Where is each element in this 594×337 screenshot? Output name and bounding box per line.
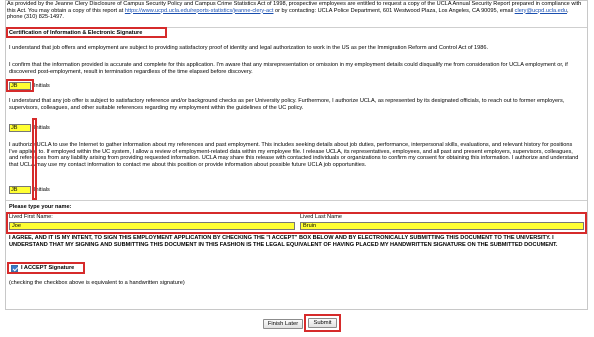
signature-agreement-text: I AGREE, AND IT IS MY INTENT, TO SIGN TH… [9,235,558,248]
signature-note: (checking the checkbox above is equivale… [9,280,185,286]
initials-row-1: JB Initials [9,81,50,90]
signature-heading: Please type your name: [9,204,72,210]
clery-report-link[interactable]: https://www.ucpd.ucla.edu/reports-statis… [125,8,274,14]
clery-email-link[interactable]: clery@ucpd.ucla.edu [515,8,567,14]
section-divider-2 [6,200,587,201]
first-name-label: Lived First Name: [9,214,53,220]
last-name-input[interactable]: Bruin [300,222,584,230]
clery-text-2: or by contacting: UCLA Police Department… [273,7,515,14]
initials-label-1: Initials [34,82,50,89]
cert-title: Certification of Information & Electroni… [9,30,143,36]
finish-later-button[interactable]: Finish Later [263,319,303,329]
initials-input-2[interactable]: JB [9,123,31,132]
accept-checkbox[interactable] [11,264,18,272]
submit-button[interactable]: Submit [308,318,337,328]
cert-paragraph-4: I authorize UCLA to use the Internet to … [9,142,579,168]
first-name-input[interactable]: Joe [9,222,295,230]
cert-paragraph-2: I confirm that the information provided … [9,62,568,75]
cert-paragraph-1: I understand that job offers and employm… [9,45,489,51]
accept-label: I ACCEPT Signature [21,265,75,271]
application-page: As provided by the Jeanne Clery Disclosu… [0,0,594,337]
last-name-label: Lived Last Name [300,214,342,220]
accept-highlight: I ACCEPT Signature [7,262,85,274]
initials-row-2: JB Initials [9,123,50,132]
cert-paragraph-3: I understand that any job offer is subje… [9,98,565,111]
initials-row-3: JB Initials [9,185,50,194]
clery-notice: As provided by the Jeanne Clery Disclosu… [7,1,582,21]
initials-bracket-highlight [32,118,37,200]
initials-input-1[interactable]: JB [9,81,31,90]
initials-input-3[interactable]: JB [9,185,31,194]
